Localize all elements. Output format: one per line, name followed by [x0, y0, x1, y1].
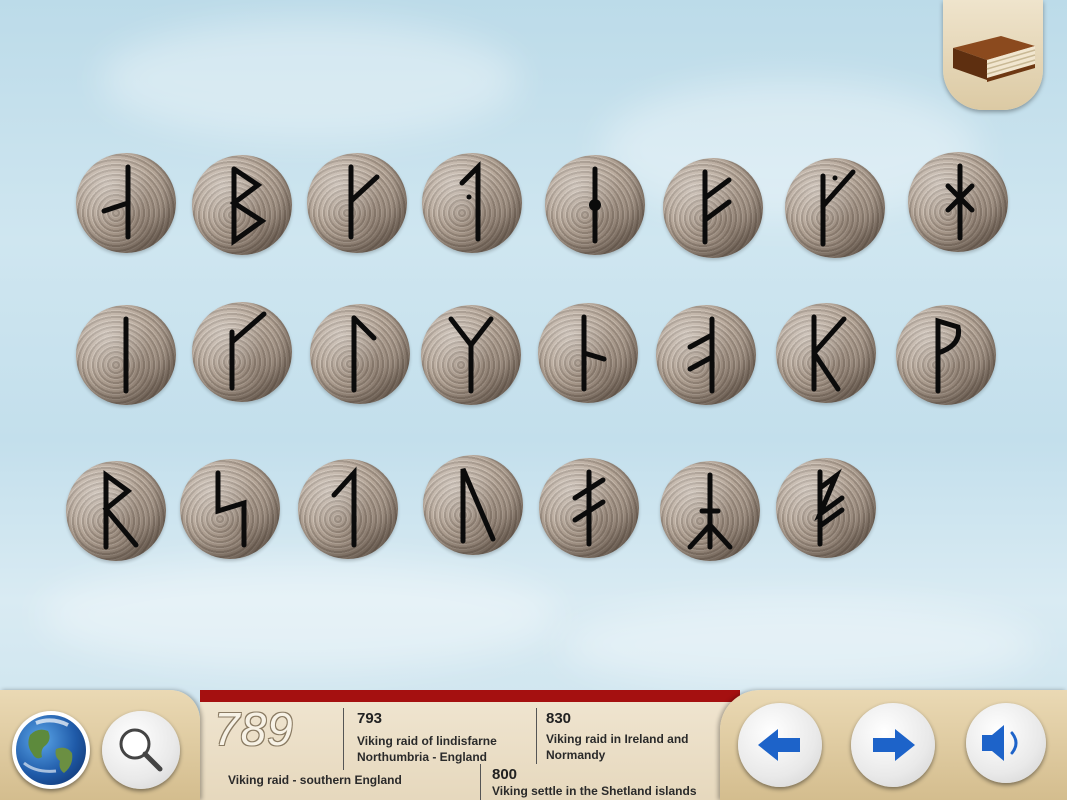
rune-h-star-icon	[945, 163, 975, 241]
rune-l-icon	[351, 315, 377, 393]
rune-stone-17[interactable]	[66, 461, 166, 561]
rune-stone-11[interactable]	[310, 304, 410, 404]
rune-o-icon	[687, 316, 715, 394]
rune-stone-14[interactable]	[656, 305, 756, 405]
rune-i-icon	[123, 316, 129, 394]
rune-kd-icon	[820, 169, 856, 247]
rune-y-icon	[687, 472, 733, 550]
rune-k2-icon	[229, 311, 267, 391]
rune-i-dot-icon	[589, 166, 601, 244]
rune-stone-5[interactable]	[545, 155, 645, 255]
timeline-divider	[343, 708, 344, 770]
event-text-2a: Viking raid in Ireland and	[546, 732, 689, 746]
rune-stone-16[interactable]	[896, 305, 996, 405]
globe-button[interactable]	[12, 711, 90, 789]
rune-stone-4[interactable]	[422, 153, 522, 253]
globe-icon	[16, 715, 86, 785]
rune-f-icon	[702, 169, 732, 245]
rune-r-icon	[102, 470, 139, 550]
book-icon	[953, 36, 1036, 82]
previous-button[interactable]	[738, 703, 822, 787]
rune-stone-15[interactable]	[776, 303, 876, 403]
event-text-1a: Viking raid of lindisfarne	[357, 734, 497, 748]
rune-k3-icon	[811, 314, 847, 392]
rune-stone-18[interactable]	[180, 459, 280, 559]
rune-stone-9[interactable]	[76, 305, 176, 405]
rune-hook-icon	[459, 160, 481, 242]
rune-ae-icon	[572, 469, 606, 547]
search-button[interactable]	[102, 711, 180, 789]
rune-stone-21[interactable]	[539, 458, 639, 558]
timeline-divider	[536, 708, 537, 764]
rune-stone-10[interactable]	[192, 302, 292, 402]
rune-stone-19[interactable]	[298, 459, 398, 559]
bottom-bar: 789 Viking raid - southern England 793 V…	[0, 690, 1067, 800]
rune-stone-3[interactable]	[307, 153, 407, 253]
timeline-divider	[480, 764, 481, 800]
magnifier-icon	[119, 728, 163, 772]
rune-stone-1[interactable]	[76, 153, 176, 253]
rune-u-icon	[460, 468, 496, 544]
rune-z-icon	[814, 468, 845, 547]
rune-t-icon	[331, 466, 357, 548]
rune-stone-7[interactable]	[785, 158, 885, 258]
event-text-2b: Normandy	[546, 748, 606, 762]
arrow-left-icon	[758, 729, 800, 761]
event-text-1b: Northumbria - England	[357, 750, 487, 764]
sky-cloud	[560, 600, 1040, 690]
rune-stone-6[interactable]	[663, 158, 763, 258]
event-year-1: 793	[357, 710, 383, 727]
arrow-right-icon	[873, 729, 915, 761]
rune-k-icon	[348, 164, 380, 240]
rune-stone-8[interactable]	[908, 152, 1008, 252]
rune-p-icon	[935, 317, 962, 394]
event-year-2: 830	[546, 710, 572, 727]
current-year: 789	[214, 703, 294, 755]
sky-cloud	[40, 560, 560, 670]
next-button[interactable]	[851, 703, 935, 787]
rune-stone-13[interactable]	[538, 303, 638, 403]
audio-button[interactable]	[966, 703, 1046, 783]
event-year-3: 800	[492, 766, 518, 783]
rune-stone-22[interactable]	[660, 461, 760, 561]
book-button[interactable]	[943, 0, 1043, 110]
rune-stone-20[interactable]	[423, 455, 523, 555]
rune-stone-2[interactable]	[192, 155, 292, 255]
current-event: Viking raid - southern England	[228, 773, 402, 787]
rune-stone-23[interactable]	[776, 458, 876, 558]
rune-b-icon	[229, 166, 267, 246]
rune-s-icon	[215, 470, 247, 548]
rune-1-icon	[101, 164, 131, 240]
rune-stone-12[interactable]	[421, 305, 521, 405]
sky-cloud	[100, 20, 520, 140]
speaker-icon	[982, 725, 1018, 761]
rune-n-icon	[581, 314, 607, 392]
event-text-3: Viking settle in the Shetland islands	[492, 784, 697, 798]
rune-m-icon	[448, 316, 494, 394]
